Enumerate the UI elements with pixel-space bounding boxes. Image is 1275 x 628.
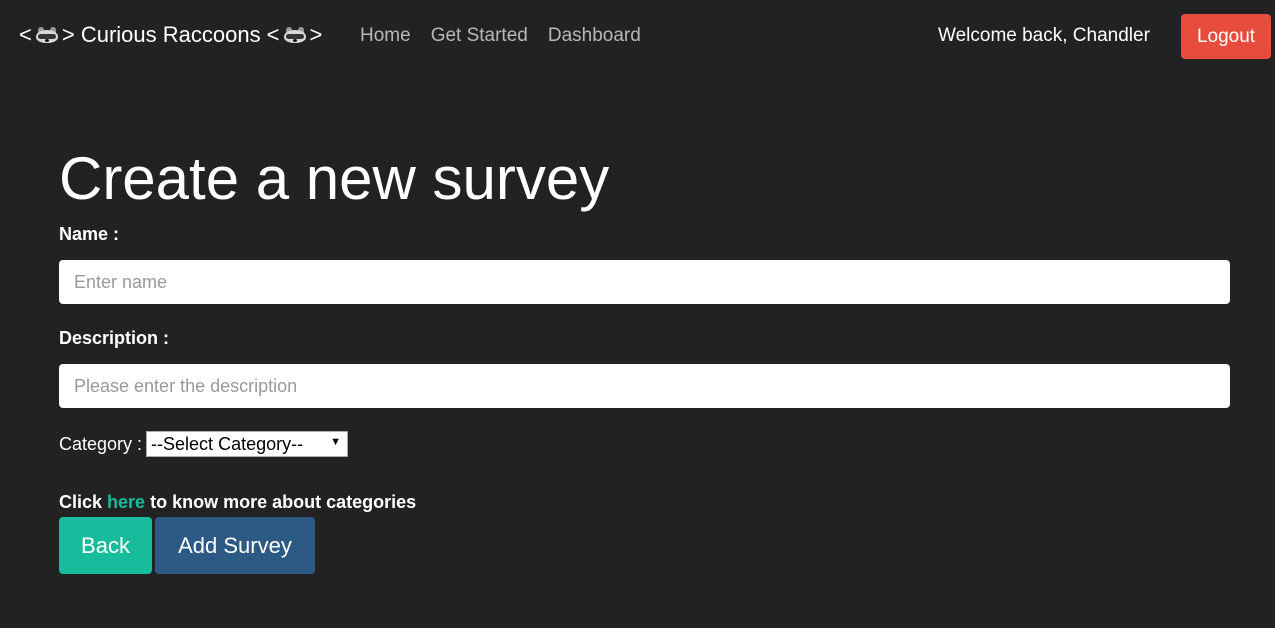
logout-button[interactable]: Logout [1181,14,1271,59]
raccoon-icon [35,27,59,43]
category-select[interactable]: --Select Category-- [146,431,349,457]
survey-form: Create a new survey Name : Description :… [59,144,1230,574]
category-row: Category : --Select Category-- ▼ [59,431,1230,457]
category-label: Category : [59,433,143,454]
categories-info-link[interactable]: here [107,492,145,512]
brand-name: > Curious Raccoons < [61,22,280,47]
nav-link-home[interactable]: Home [360,25,411,47]
info-prefix: Click [59,492,103,512]
nav-link-get-started[interactable]: Get Started [431,25,528,47]
add-survey-button[interactable]: Add Survey [155,517,315,574]
welcome-message: Welcome back, Chandler [938,25,1150,46]
category-select-wrap: --Select Category-- ▼ [142,431,349,457]
back-button[interactable]: Back [59,517,152,574]
brand[interactable]: < > Curious Raccoons < > [19,22,322,48]
name-label: Name : [59,224,120,244]
info-suffix: to know more about categories [150,492,417,512]
description-input[interactable] [59,364,1230,408]
nav-links: Home Get Started Dashboard [360,25,661,47]
name-input[interactable] [59,260,1230,304]
description-label: Description : [59,328,170,348]
brand-prefix: < [19,22,32,47]
navbar: < > Curious Raccoons < > Home Get Starte… [0,0,1275,74]
brand-suffix: > [309,22,323,47]
nav-link-dashboard[interactable]: Dashboard [548,25,641,47]
category-selected-value: --Select Category-- [151,433,304,454]
raccoon-icon [283,27,307,43]
form-actions: Back Add Survey [59,517,1230,574]
category-info: Click here to know more about categories [59,492,1230,513]
page-title: Create a new survey [59,145,610,212]
